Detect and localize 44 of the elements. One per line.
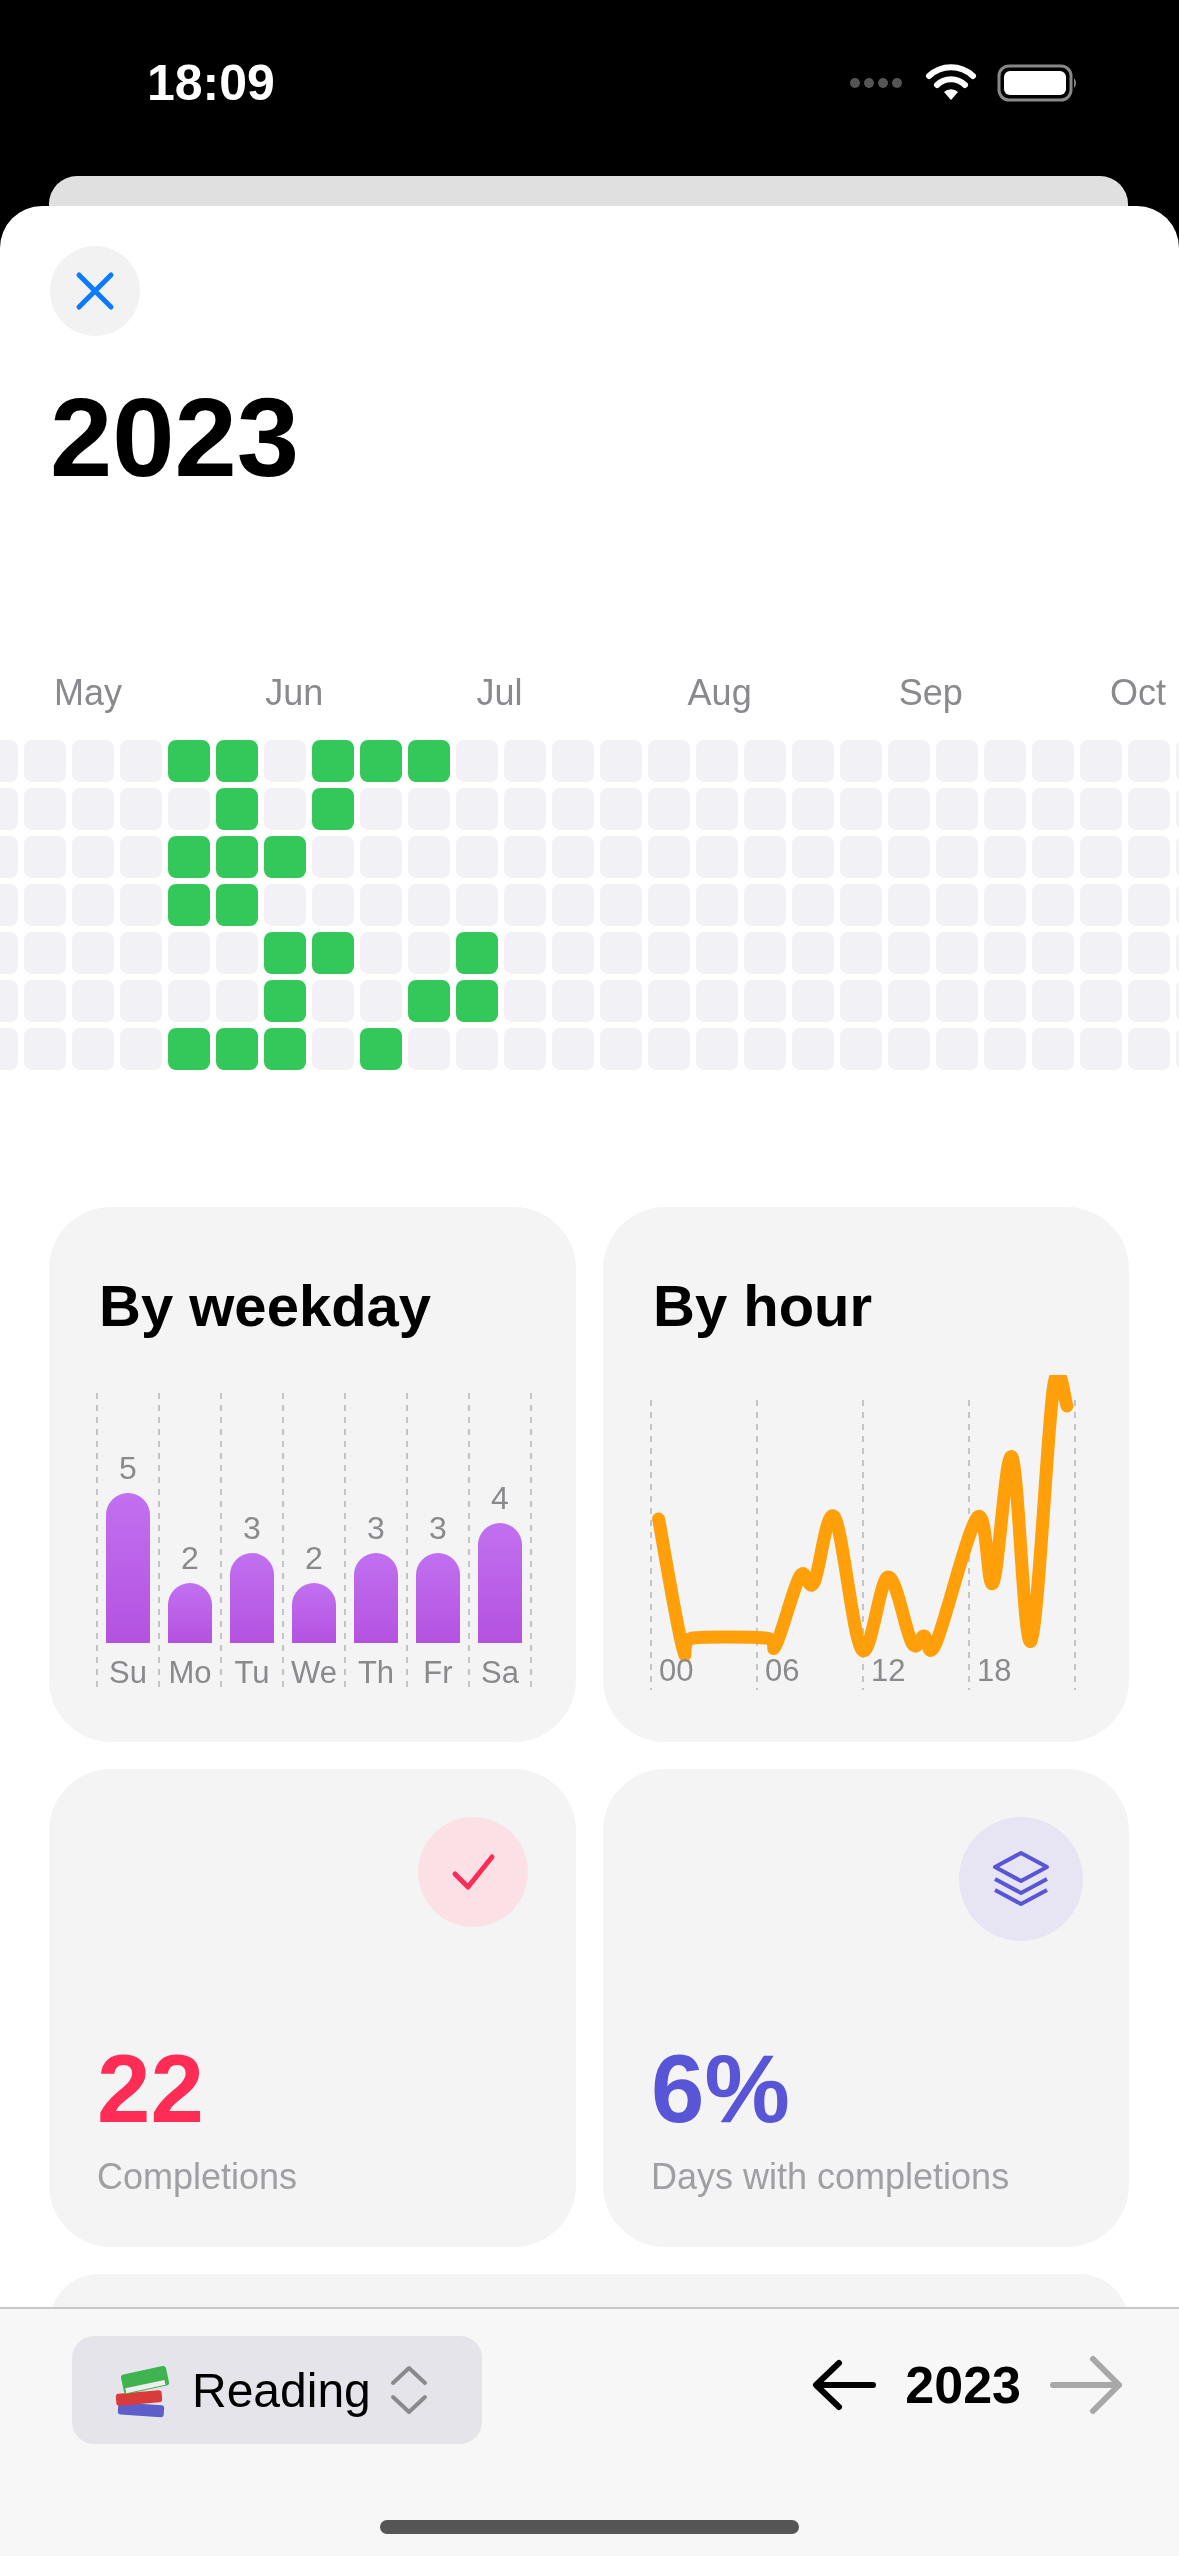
habit-picker[interactable]: Reading: [72, 2336, 482, 2444]
value-label: 3: [367, 1510, 385, 1546]
value-label: 4: [491, 1480, 509, 1516]
status-time: 18:09: [147, 54, 275, 112]
value-label: 3: [243, 1510, 261, 1546]
axis-label: Fr: [423, 1655, 453, 1690]
year-title: 2023: [50, 382, 300, 494]
axis-label: Tu: [234, 1655, 270, 1690]
stat-value: 22: [97, 2041, 205, 2138]
signal-icon: [849, 77, 905, 89]
month-label: Aug: [687, 671, 752, 715]
axis-label: Sa: [481, 1655, 519, 1690]
right-arrow-icon: [1049, 2353, 1125, 2417]
axis-label: 06: [765, 1653, 800, 1688]
value-label: 5: [119, 1450, 137, 1486]
month-label: Jun: [265, 671, 324, 715]
axis-label: Mo: [168, 1655, 212, 1690]
month-label: Jul: [476, 671, 523, 715]
axis-label: Th: [357, 1655, 395, 1690]
close-icon: [75, 271, 115, 311]
axis-label: 00: [659, 1653, 694, 1688]
stat-label: Completions: [97, 2157, 299, 2197]
checkmark-icon: [418, 1817, 528, 1927]
value-label: 2: [305, 1540, 323, 1576]
axis-label: Su: [109, 1655, 147, 1690]
value-label: 3: [429, 1510, 447, 1546]
axis-label: 12: [871, 1653, 906, 1688]
month-label: Sep: [898, 671, 963, 715]
left-arrow-icon: [811, 2358, 878, 2412]
bar: [168, 1583, 212, 1643]
wifi-icon: [925, 64, 977, 102]
month-label: Oct: [1110, 671, 1166, 715]
previous-year-button[interactable]: [811, 2358, 878, 2412]
bar: [292, 1583, 336, 1643]
axis-label: 18: [977, 1653, 1012, 1688]
stat-value: 6%: [651, 2041, 791, 2138]
axis-label: We: [291, 1655, 337, 1690]
battery-icon: [997, 64, 1079, 102]
chevron-up-down-icon: [388, 2363, 429, 2417]
stat-label: Days with completions: [651, 2157, 1011, 2197]
layers-icon: [959, 1817, 1083, 1941]
month-label: May: [54, 671, 122, 715]
year-label: 2023: [905, 2355, 1021, 2415]
value-label: 2: [181, 1540, 199, 1576]
